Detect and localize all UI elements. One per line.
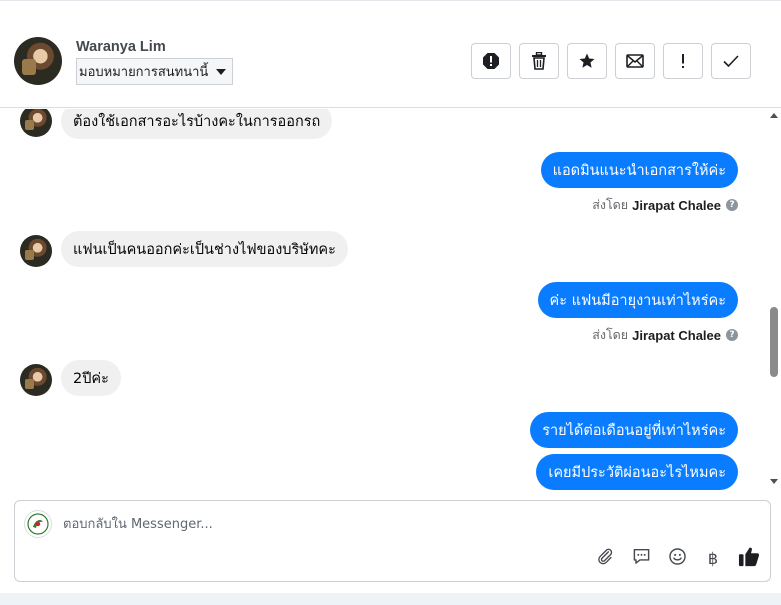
emoji-button[interactable]: [666, 547, 688, 569]
sender-avatar: [20, 235, 52, 267]
sent-by-prefix: ส่งโดย: [592, 327, 629, 342]
mark-done-button[interactable]: [711, 43, 751, 79]
composer-tools: ฿: [594, 547, 760, 569]
sent-by-agent: Jirapat Chalee: [632, 197, 721, 213]
emoji-icon: [668, 547, 687, 570]
star-button[interactable]: [567, 43, 607, 79]
assign-conversation-label: มอบหมายการสนทนานี้: [79, 65, 209, 80]
assign-conversation-dropdown[interactable]: มอบหมายการสนทนานี้: [76, 58, 234, 85]
trash-icon: [531, 52, 547, 70]
sender-avatar: [20, 109, 52, 137]
mark-spam-button[interactable]: [471, 43, 511, 79]
reply-composer: ฿: [14, 500, 771, 582]
attach-file-button[interactable]: [594, 547, 616, 569]
scroll-down-arrow-icon[interactable]: [770, 479, 778, 484]
sent-by-agent: Jirapat Chalee: [632, 327, 721, 343]
incoming-message: ต้องใช้เอกสารอะไรบ้างคะในการออกรถ: [61, 109, 333, 139]
thumbs-up-icon: [738, 546, 760, 571]
outgoing-message: รายได้ต่อเดือนอยู่ที่เท่าไหร่คะ: [530, 412, 738, 448]
page-avatar: [24, 510, 52, 538]
message-thread[interactable]: ต้องใช้เอกสารอะไรบ้างคะในการออกรถ แอดมิน…: [0, 109, 781, 490]
paperclip-icon: [596, 547, 614, 569]
thread-scrollbar[interactable]: [767, 109, 781, 490]
conversation-toolbar: [471, 43, 751, 79]
sent-by-prefix: ส่งโดย: [592, 197, 629, 212]
reply-input[interactable]: [63, 514, 723, 534]
like-button[interactable]: [738, 547, 760, 569]
outgoing-message: เคยมีประวัติผ่อนอะไรไหมคะ: [536, 454, 738, 490]
saved-reply-button[interactable]: [630, 547, 652, 569]
mark-unread-button[interactable]: [615, 43, 655, 79]
check-icon: [722, 54, 740, 68]
sent-by-line: ส่งโดย Jirapat Chalee ?: [592, 195, 738, 215]
caret-down-icon: [216, 68, 227, 75]
sent-by-line: ส่งโดย Jirapat Chalee ?: [592, 325, 738, 345]
star-icon: [578, 52, 596, 70]
sender-avatar: [20, 364, 52, 396]
envelope-icon: [626, 54, 644, 68]
incoming-message: 2ปีค่ะ: [61, 360, 121, 396]
help-icon[interactable]: ?: [726, 199, 738, 211]
conversation-header: Waranya Lim มอบหมายการสนทนานี้: [0, 0, 781, 108]
mark-follow-up-button[interactable]: [663, 43, 703, 79]
saved-reply-icon: [632, 547, 651, 569]
delete-button[interactable]: [519, 43, 559, 79]
payment-button[interactable]: ฿: [702, 547, 724, 569]
help-icon[interactable]: ?: [726, 329, 738, 341]
contact-avatar[interactable]: [14, 37, 62, 85]
outgoing-message: ค่ะ แฟนมีอายุงานเท่าไหร่คะ: [537, 282, 738, 318]
spam-icon: [482, 52, 500, 70]
outgoing-message: แอดมินแนะนำเอกสารให้ค่ะ: [540, 152, 738, 188]
footer-strip: [0, 593, 781, 605]
contact-name[interactable]: Waranya Lim: [76, 39, 166, 55]
baht-icon: ฿: [707, 548, 719, 568]
incoming-message: แฟนเป็นคนออกค่ะเป็นช่างไฟของบริษัทคะ: [61, 231, 348, 267]
scroll-up-arrow-icon[interactable]: [770, 113, 778, 118]
inbox-conversation-panel: Waranya Lim มอบหมายการสนทนานี้ ต้องใช้เอ…: [0, 0, 781, 605]
exclamation-icon: [680, 53, 686, 69]
scrollbar-thumb[interactable]: [770, 307, 778, 377]
